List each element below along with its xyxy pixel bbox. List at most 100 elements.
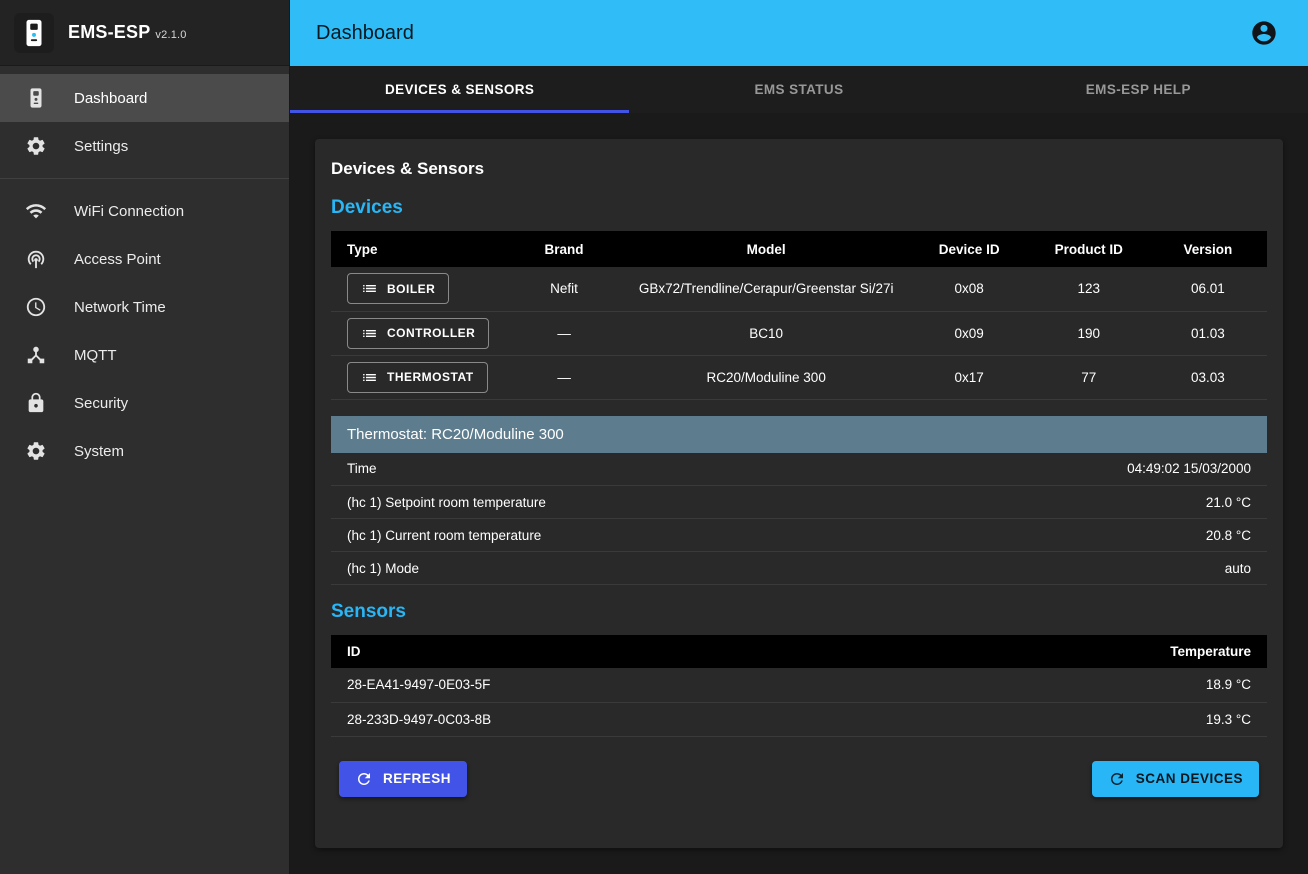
detail-value: auto xyxy=(890,552,1267,585)
dashboard-device-icon xyxy=(24,86,48,110)
device-type-label: BOILER xyxy=(387,282,435,296)
device-product-id: 77 xyxy=(1029,355,1149,399)
app-logo xyxy=(14,13,54,53)
table-row: THERMOSTAT — RC20/Moduline 300 0x17 77 0… xyxy=(331,355,1267,399)
table-row: (hc 1) Mode auto xyxy=(331,552,1267,585)
sensors-heading: Sensors xyxy=(331,601,1267,623)
tab-ems-status[interactable]: EMS STATUS xyxy=(629,66,968,113)
app-name: EMS-ESP xyxy=(68,22,150,42)
table-row: 28-EA41-9497-0E03-5F 18.9 °C xyxy=(331,668,1267,702)
sensor-temperature: 19.3 °C xyxy=(902,702,1267,736)
refresh-button[interactable]: REFRESH xyxy=(339,761,467,797)
main-column: Dashboard DEVICES & SENSORS EMS STATUS E… xyxy=(290,0,1308,874)
device-product-id: 190 xyxy=(1029,311,1149,355)
devices-table-header-row: Type Brand Model Device ID Product ID Ve… xyxy=(331,231,1267,267)
detail-label: (hc 1) Setpoint room temperature xyxy=(331,486,890,519)
devices-table: Type Brand Model Device ID Product ID Ve… xyxy=(331,231,1267,400)
sidebar-item-label: Access Point xyxy=(74,251,161,268)
list-icon xyxy=(361,369,378,386)
column-header-type: Type xyxy=(331,231,505,267)
sidebar-item-access-point[interactable]: Access Point xyxy=(0,235,289,283)
content-area: Devices & Sensors Devices Type Brand Mod… xyxy=(290,113,1308,874)
device-brand: — xyxy=(505,311,622,355)
sidebar-item-label: Dashboard xyxy=(74,90,147,107)
sensor-id: 28-EA41-9497-0E03-5F xyxy=(331,668,902,702)
refresh-icon xyxy=(1108,770,1126,788)
thermostat-detail-header: Thermostat: RC20/Moduline 300 xyxy=(331,416,1267,453)
lock-icon xyxy=(24,391,48,415)
device-model: RC20/Moduline 300 xyxy=(623,355,910,399)
tab-devices-sensors[interactable]: DEVICES & SENSORS xyxy=(290,66,629,113)
scan-devices-button-label: SCAN DEVICES xyxy=(1136,771,1243,786)
app-version: v2.1.0 xyxy=(155,29,186,41)
detail-label: (hc 1) Mode xyxy=(331,552,890,585)
device-model: BC10 xyxy=(623,311,910,355)
column-header-brand: Brand xyxy=(505,231,622,267)
app-title: EMS-ESP v2.1.0 xyxy=(68,22,187,43)
gear-icon xyxy=(24,134,48,158)
device-brand: — xyxy=(505,355,622,399)
card-title: Devices & Sensors xyxy=(331,159,1267,179)
refresh-icon xyxy=(355,770,373,788)
sidebar-item-security[interactable]: Security xyxy=(0,379,289,427)
column-header-product-id: Product ID xyxy=(1029,231,1149,267)
sidebar-item-wifi-connection[interactable]: WiFi Connection xyxy=(0,187,289,235)
device-type-button-thermostat[interactable]: THERMOSTAT xyxy=(347,362,488,393)
tab-ems-esp-help[interactable]: EMS-ESP HELP xyxy=(969,66,1308,113)
sensors-table: ID Temperature 28-EA41-9497-0E03-5F 18.9… xyxy=(331,635,1267,737)
detail-value: 20.8 °C xyxy=(890,519,1267,552)
sidebar: EMS-ESP v2.1.0 Dashboard Settings xyxy=(0,0,290,874)
scan-devices-button[interactable]: SCAN DEVICES xyxy=(1092,761,1259,797)
table-row: BOILER Nefit GBx72/Trendline/Cerapur/Gre… xyxy=(331,267,1267,311)
sidebar-item-dashboard[interactable]: Dashboard xyxy=(0,74,289,122)
detail-value: 04:49:02 15/03/2000 xyxy=(890,453,1267,486)
wifi-icon xyxy=(24,199,48,223)
device-version: 01.03 xyxy=(1149,311,1267,355)
column-header-device-id: Device ID xyxy=(910,231,1029,267)
device-id: 0x09 xyxy=(910,311,1029,355)
table-row: Time 04:49:02 15/03/2000 xyxy=(331,453,1267,486)
column-header-model: Model xyxy=(623,231,910,267)
device-hub-icon xyxy=(24,343,48,367)
sidebar-header: EMS-ESP v2.1.0 xyxy=(0,0,289,66)
sidebar-item-mqtt[interactable]: MQTT xyxy=(0,331,289,379)
sidebar-item-network-time[interactable]: Network Time xyxy=(0,283,289,331)
sidebar-nav: Dashboard Settings WiFi Connection Acces xyxy=(0,66,289,475)
sidebar-item-settings[interactable]: Settings xyxy=(0,122,289,170)
thermostat-detail-table: Time 04:49:02 15/03/2000 (hc 1) Setpoint… xyxy=(331,453,1267,586)
sidebar-item-label: Settings xyxy=(74,138,128,155)
devices-sensors-card: Devices & Sensors Devices Type Brand Mod… xyxy=(315,139,1283,848)
app-bar: Dashboard xyxy=(290,0,1308,66)
detail-label: (hc 1) Current room temperature xyxy=(331,519,890,552)
app-root: EMS-ESP v2.1.0 Dashboard Settings xyxy=(0,0,1308,874)
sidebar-divider xyxy=(0,178,289,179)
table-row: 28-233D-9497-0C03-8B 19.3 °C xyxy=(331,702,1267,736)
sensors-table-header-row: ID Temperature xyxy=(331,635,1267,668)
sidebar-item-label: Security xyxy=(74,395,128,412)
account-button[interactable] xyxy=(1244,13,1284,53)
sidebar-item-label: Network Time xyxy=(74,299,166,316)
card-actions: REFRESH SCAN DEVICES xyxy=(331,761,1267,797)
access-point-icon xyxy=(24,247,48,271)
detail-label: Time xyxy=(331,453,890,486)
device-type-button-controller[interactable]: CONTROLLER xyxy=(347,318,489,349)
device-type-button-boiler[interactable]: BOILER xyxy=(347,273,449,304)
sensor-temperature: 18.9 °C xyxy=(902,668,1267,702)
sidebar-item-label: WiFi Connection xyxy=(74,203,184,220)
detail-value: 21.0 °C xyxy=(890,486,1267,519)
sidebar-item-label: MQTT xyxy=(74,347,117,364)
device-product-id: 123 xyxy=(1029,267,1149,311)
sensor-id: 28-233D-9497-0C03-8B xyxy=(331,702,902,736)
device-id: 0x08 xyxy=(910,267,1029,311)
account-circle-icon xyxy=(1250,18,1278,48)
device-version: 06.01 xyxy=(1149,267,1267,311)
gear-icon xyxy=(24,439,48,463)
table-row: (hc 1) Setpoint room temperature 21.0 °C xyxy=(331,486,1267,519)
sidebar-item-system[interactable]: System xyxy=(0,427,289,475)
devices-heading: Devices xyxy=(331,197,1267,219)
sidebar-item-label: System xyxy=(74,443,124,460)
column-header-id: ID xyxy=(331,635,902,668)
column-header-temperature: Temperature xyxy=(902,635,1267,668)
column-header-version: Version xyxy=(1149,231,1267,267)
table-row: CONTROLLER — BC10 0x09 190 01.03 xyxy=(331,311,1267,355)
